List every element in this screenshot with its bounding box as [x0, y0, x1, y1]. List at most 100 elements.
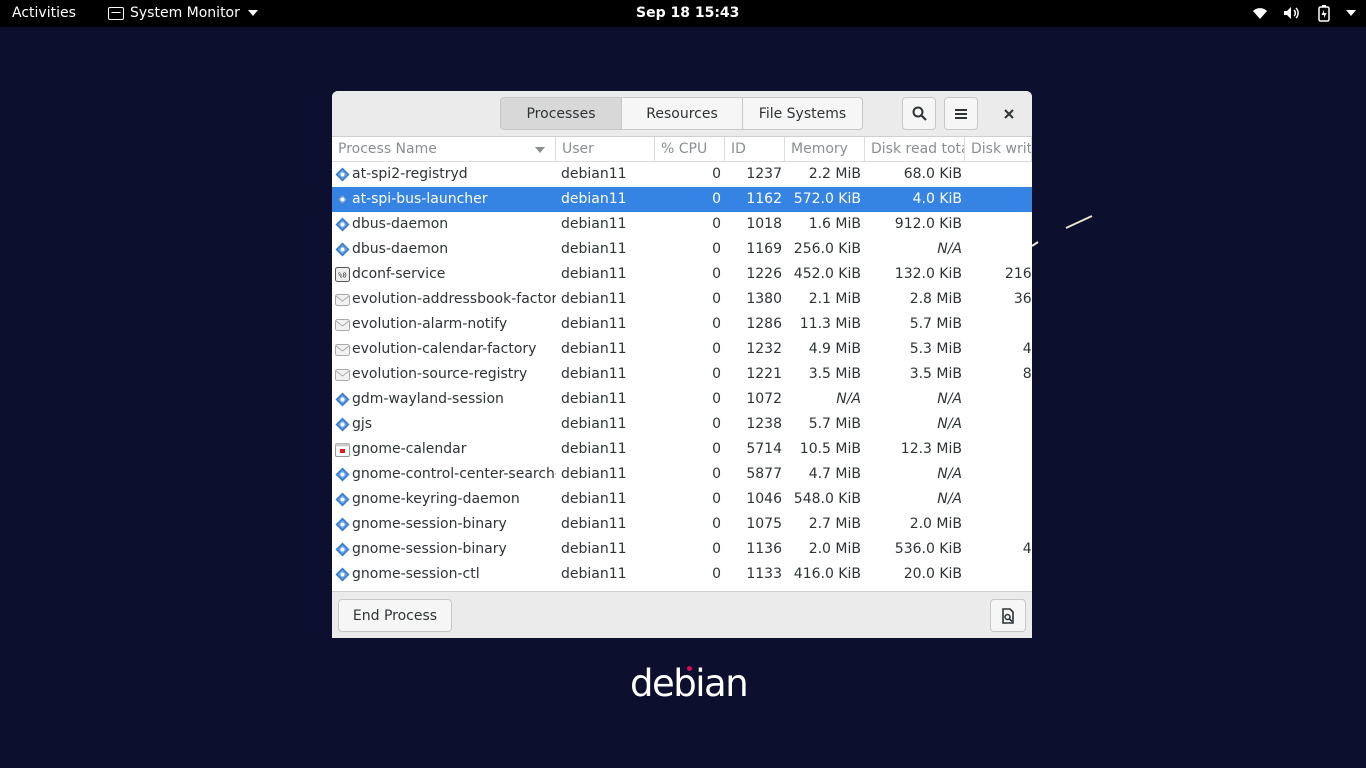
- tab-resources[interactable]: Resources: [622, 97, 743, 130]
- table-row[interactable]: at-spi-bus-launcher debian11 0 1162 572.0 Ki…: [332, 187, 1032, 212]
- process-disk-read: 3.5 MiB: [909, 366, 962, 382]
- process-disk-write: [965, 487, 1032, 512]
- table-row[interactable]: gnome-session-ctl debian11 0 1133 416.0 KiB 2…: [332, 562, 1032, 587]
- process-user: debian11: [561, 291, 627, 307]
- process-disk-write: [965, 387, 1032, 412]
- tab-file-systems[interactable]: File Systems: [743, 97, 863, 130]
- process-disk-read: 5.7 MiB: [909, 316, 962, 332]
- process-id: 1226: [746, 266, 782, 282]
- table-row[interactable]: gjs debian11 0 1238 5.7 MiB N/A: [332, 412, 1032, 437]
- process-disk-read: 132.0 KiB: [894, 266, 962, 282]
- table-row[interactable]: %0 dconf-service debian11 0 1226 452.0 KiB 132…: [332, 262, 1032, 287]
- column-header-user[interactable]: User: [556, 137, 655, 162]
- tab-processes[interactable]: Processes: [500, 97, 622, 130]
- process-name: dconf-service: [352, 266, 446, 282]
- table-row[interactable]: gdm-wayland-session debian11 0 1072 N/A N/A: [332, 387, 1032, 412]
- mail-icon: [335, 342, 350, 357]
- process-properties-button[interactable]: [990, 599, 1026, 632]
- process-cpu: 0: [712, 241, 721, 257]
- system-menu-caret-icon[interactable]: [1346, 4, 1356, 22]
- process-disk-write: 216.0: [1004, 266, 1032, 282]
- table-header: Process Name User % CPU ID Memory Disk r…: [332, 137, 1032, 162]
- activities-button[interactable]: Activities: [12, 5, 76, 21]
- gear-icon: [335, 192, 350, 207]
- process-cpu: 0: [712, 441, 721, 457]
- column-header-cpu[interactable]: % CPU: [655, 137, 725, 162]
- end-process-button[interactable]: End Process: [338, 599, 452, 632]
- process-disk-write: [965, 512, 1032, 537]
- table-row[interactable]: dbus-daemon debian11 0 1018 1.6 MiB 912.0 KiB: [332, 212, 1032, 237]
- table-row[interactable]: gnome-control-center-search-debian11 0 587…: [332, 462, 1032, 487]
- process-memory: 5.7 MiB: [808, 416, 861, 432]
- process-name: evolution-addressbook-factory: [352, 291, 556, 307]
- process-name: evolution-calendar-factory: [352, 341, 537, 357]
- process-disk-write: [965, 212, 1032, 237]
- process-id: 1162: [746, 191, 782, 207]
- gear-icon: [335, 167, 350, 182]
- process-disk-read: 2.0 MiB: [909, 516, 962, 532]
- table-row[interactable]: gnome-session-binary debian11 0 1136 2.0 MiB…: [332, 537, 1032, 562]
- mail-icon: [335, 317, 350, 332]
- process-memory: 2.7 MiB: [808, 516, 861, 532]
- process-disk-read: N/A: [937, 391, 962, 407]
- table-row[interactable]: evolution-alarm-notify debian11 0 1286 11.3 …: [332, 312, 1032, 337]
- process-disk-write: [965, 462, 1032, 487]
- table-row[interactable]: evolution-calendar-factory debian11 0 1232 4…: [332, 337, 1032, 362]
- gear-icon: [335, 567, 350, 582]
- process-disk-write: 36.0: [1013, 291, 1032, 307]
- process-memory: 2.1 MiB: [808, 291, 861, 307]
- wifi-icon[interactable]: [1250, 4, 1270, 22]
- process-memory: 416.0 KiB: [793, 566, 861, 582]
- column-header-id[interactable]: ID: [725, 137, 785, 162]
- battery-icon[interactable]: [1314, 4, 1334, 22]
- process-cpu: 0: [712, 491, 721, 507]
- process-memory: 10.5 MiB: [799, 441, 861, 457]
- gear-icon: [335, 467, 350, 482]
- column-header-memory[interactable]: Memory: [785, 137, 865, 162]
- table-row[interactable]: at-spi2-registryd debian11 0 1237 2.2 MiB 68.…: [332, 162, 1032, 187]
- process-table[interactable]: Process Name User % CPU ID Memory Disk r…: [332, 137, 1032, 591]
- process-id: 1018: [746, 216, 782, 232]
- process-memory: 11.3 MiB: [799, 316, 861, 332]
- process-id: 5877: [746, 466, 782, 482]
- process-disk-read: 4.0 KiB: [912, 191, 962, 207]
- volume-icon[interactable]: [1282, 4, 1302, 22]
- process-memory: 2.0 MiB: [808, 541, 861, 557]
- svg-text:%0: %0: [338, 272, 346, 280]
- sort-descending-icon: [535, 147, 545, 153]
- system-monitor-icon: [108, 6, 124, 20]
- column-header-disk-write[interactable]: Disk writ: [965, 137, 1032, 162]
- process-user: debian11: [561, 516, 627, 532]
- header-bar: Processes Resources File Systems: [332, 91, 1032, 137]
- process-cpu: 0: [712, 391, 721, 407]
- column-header-disk-read[interactable]: Disk read tota: [865, 137, 965, 162]
- table-row[interactable]: evolution-source-registry debian11 0 1221 3.…: [332, 362, 1032, 387]
- clock[interactable]: Sep 18 15:43: [636, 5, 739, 21]
- search-button[interactable]: [902, 97, 936, 130]
- process-disk-read: 20.0 KiB: [903, 566, 962, 582]
- process-memory: 572.0 KiB: [793, 191, 861, 207]
- system-tray[interactable]: [1250, 4, 1356, 22]
- app-menu[interactable]: System Monitor: [108, 5, 258, 21]
- gear-icon: [335, 517, 350, 532]
- process-cpu: 0: [712, 466, 721, 482]
- process-disk-read: N/A: [937, 491, 962, 507]
- main-menu-button[interactable]: [944, 97, 978, 130]
- process-id: 5714: [746, 441, 782, 457]
- view-switcher: Processes Resources File Systems: [500, 97, 863, 130]
- table-row[interactable]: dbus-daemon debian11 0 1169 256.0 KiB N/A: [332, 237, 1032, 262]
- process-cpu: 0: [712, 266, 721, 282]
- mail-icon: [335, 367, 350, 382]
- process-cpu: 0: [712, 316, 721, 332]
- process-user: debian11: [561, 491, 627, 507]
- search-icon: [912, 106, 927, 121]
- process-disk-read: N/A: [937, 241, 962, 257]
- table-row[interactable]: gnome-keyring-daemon debian11 0 1046 548.0 K…: [332, 487, 1032, 512]
- table-row[interactable]: gnome-session-binary debian11 0 1075 2.7 MiB…: [332, 512, 1032, 537]
- close-button[interactable]: [992, 97, 1026, 130]
- close-icon: [1004, 108, 1014, 119]
- table-row[interactable]: gnome-calendar debian11 0 5714 10.5 MiB 12.3 …: [332, 437, 1032, 462]
- table-row[interactable]: evolution-addressbook-factory debian11 0 13…: [332, 287, 1032, 312]
- column-header-process-name[interactable]: Process Name: [332, 137, 556, 162]
- process-disk-write: 8.0: [1022, 366, 1032, 382]
